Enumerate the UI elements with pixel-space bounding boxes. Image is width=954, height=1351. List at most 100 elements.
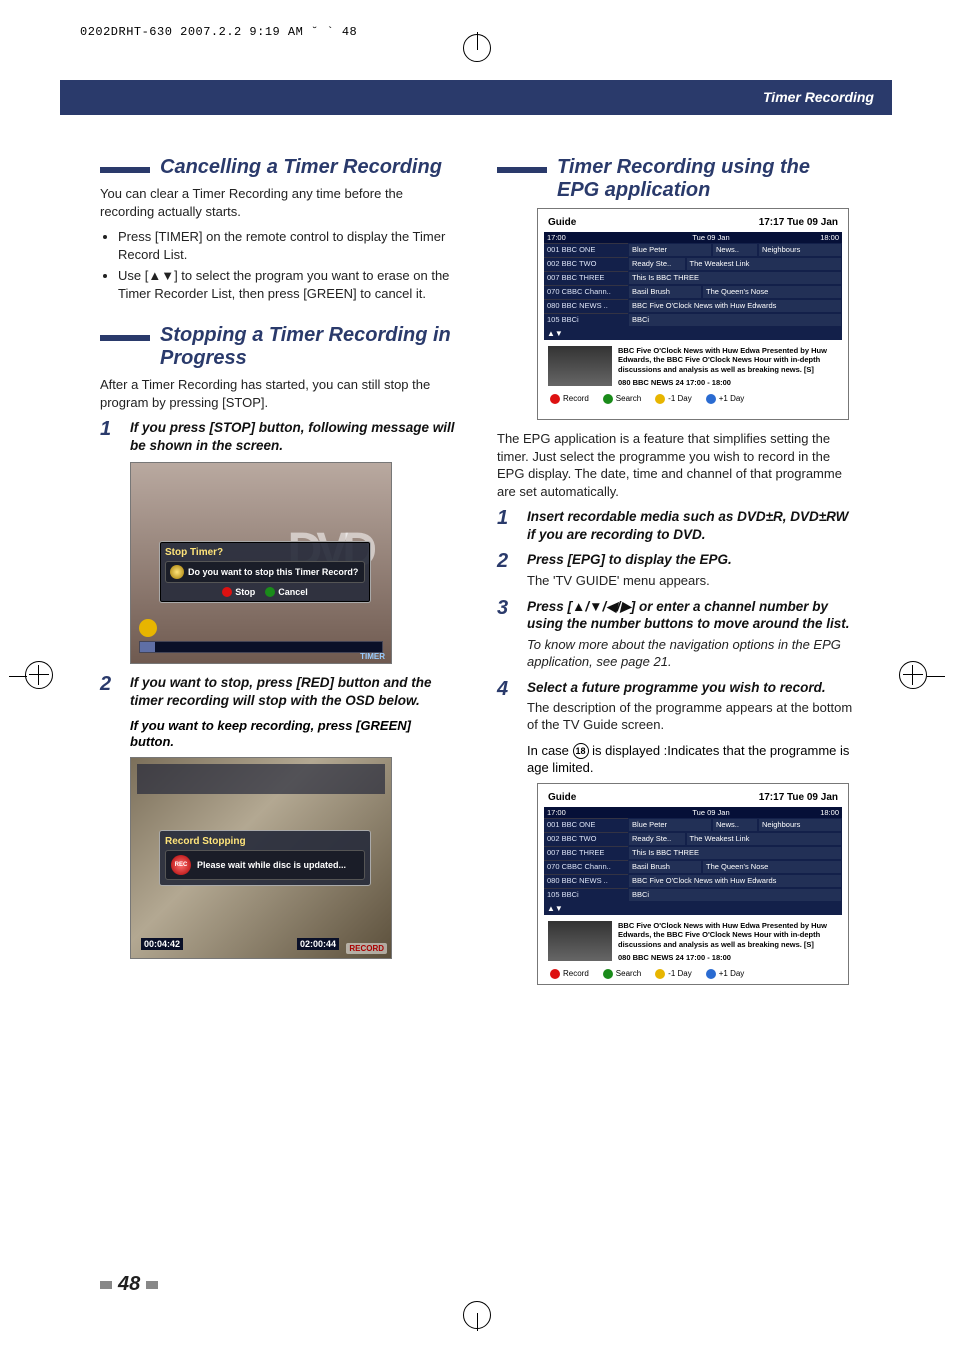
red-dot-icon (222, 587, 232, 597)
guide-description: BBC Five O'Clock News with Huw Edwa Pres… (544, 915, 842, 965)
page-decor-icon (100, 1281, 112, 1289)
guide-nav-arrows: ▲▼ (544, 902, 842, 915)
heading-bar-icon (497, 167, 547, 173)
record-action[interactable]: Record (550, 394, 589, 404)
heading-stopping: Stopping a Timer Recording in Progress (100, 324, 457, 370)
rec-icon: REC (171, 855, 191, 875)
step-text: Press [▲/▼/◀/▶] or enter a channel numbe… (527, 598, 854, 671)
step-text: If you want to stop, press [RED] button … (130, 674, 457, 709)
lead-text: You can clear a Timer Recording any time… (100, 185, 457, 220)
search-action[interactable]: Search (603, 394, 641, 404)
step-number: 1 (497, 508, 515, 543)
green-dot-icon (603, 394, 613, 404)
prev-day-action[interactable]: -1 Day (655, 394, 692, 404)
guide-nav-arrows: ▲▼ (544, 327, 842, 340)
step-text: If you press [STOP] button, following me… (130, 419, 457, 454)
stop-button[interactable]: Stop (222, 587, 255, 597)
crop-mark-left (25, 661, 55, 691)
page-decor-icon (146, 1281, 158, 1289)
mode-badge: RECORD (346, 943, 387, 954)
bullet-list: Press [TIMER] on the remote control to d… (118, 228, 457, 302)
bullet-item: Press [TIMER] on the remote control to d… (118, 228, 457, 263)
step-2: 2 If you want to stop, press [RED] butto… (100, 674, 457, 709)
dialog-message: Do you want to stop this Timer Record? (188, 567, 358, 577)
screenshot-record-stopping: Record Stopping REC Please wait while di… (130, 757, 392, 959)
red-dot-icon (550, 969, 560, 979)
step-text: Select a future programme you wish to re… (527, 679, 854, 734)
screenshot-stop-timer: DVD Stop Timer? Do you want to stop this… (130, 462, 392, 664)
guide-title: Guide (548, 792, 576, 803)
heading-bar-icon (100, 167, 150, 173)
page-number: 48 (100, 1273, 158, 1296)
guide-header: Guide 17:17 Tue 09 Jan (544, 790, 842, 807)
step-1: 1 If you press [STOP] button, following … (100, 419, 457, 454)
guide-clock: 17:17 Tue 09 Jan (759, 792, 838, 803)
dialog-message-row: REC Please wait while disc is updated... (165, 850, 365, 880)
right-column: Timer Recording using the EPG applicatio… (497, 150, 854, 995)
guide-title: Guide (548, 217, 576, 228)
step-number: 2 (497, 551, 515, 589)
yellow-dot-icon (655, 394, 665, 404)
heading-epg: Timer Recording using the EPG applicatio… (497, 156, 854, 202)
guide-clock: 17:17 Tue 09 Jan (759, 217, 838, 228)
green-dot-icon (603, 969, 613, 979)
progress-bar (139, 641, 383, 653)
guide-grid: 17:00Tue 09 Jan18:00 001 BBC ONEBlue Pet… (544, 232, 842, 340)
page-content: Cancelling a Timer Recording You can cle… (100, 150, 854, 1251)
lead-text: After a Timer Recording has started, you… (100, 376, 457, 411)
step-text: Insert recordable media such as DVD±R, D… (527, 508, 854, 543)
prev-day-action[interactable]: -1 Day (655, 969, 692, 979)
screenshot-epg-guide-2: Guide 17:17 Tue 09 Jan 17:00Tue 09 Jan18… (537, 783, 849, 985)
time-elapsed: 00:04:42 (141, 938, 183, 950)
green-dot-icon (265, 587, 275, 597)
cancel-button[interactable]: Cancel (265, 587, 308, 597)
dialog-title: Record Stopping (165, 836, 365, 847)
dialog-message: Please wait while disc is updated... (197, 860, 346, 870)
crop-mark-top (447, 32, 507, 62)
guide-header: Guide 17:17 Tue 09 Jan (544, 215, 842, 232)
step-4: 4 Select a future programme you wish to … (497, 679, 854, 734)
section-band-label: Timer Recording (763, 89, 874, 105)
step-number: 1 (100, 419, 118, 454)
guide-footer: Record Search -1 Day +1 Day (544, 390, 842, 408)
thumbnail-strip (137, 764, 385, 794)
blue-dot-icon (706, 394, 716, 404)
blue-dot-icon (706, 969, 716, 979)
dialog-title: Stop Timer? (165, 547, 365, 558)
step-text: Press [EPG] to display the EPG. The 'TV … (527, 551, 854, 589)
dialog-message-row: Do you want to stop this Timer Record? (165, 561, 365, 583)
step-number: 3 (497, 598, 515, 671)
programme-thumbnail (548, 346, 612, 386)
question-icon (170, 565, 184, 579)
yellow-dot-icon (655, 969, 665, 979)
crop-mark-bottom (447, 1301, 507, 1331)
step-2-note: If you want to keep recording, press [GR… (130, 718, 457, 752)
next-day-action[interactable]: +1 Day (706, 969, 745, 979)
step-number: 2 (100, 674, 118, 709)
guide-description: BBC Five O'Clock News with Huw Edwa Pres… (544, 340, 842, 390)
red-dot-icon (550, 394, 560, 404)
mode-badge: TIMER (360, 652, 385, 661)
next-day-action[interactable]: +1 Day (706, 394, 745, 404)
screenshot-epg-guide-1: Guide 17:17 Tue 09 Jan 17:00Tue 09 Jan18… (537, 208, 849, 420)
guide-grid: 17:00Tue 09 Jan18:00 001 BBC ONEBlue Pet… (544, 807, 842, 915)
dialog-record-stopping: Record Stopping REC Please wait while di… (159, 830, 371, 886)
record-action[interactable]: Record (550, 969, 589, 979)
bullet-item: Use [▲▼] to select the program you want … (118, 267, 457, 302)
age-18-icon: 18 (573, 743, 589, 759)
search-action[interactable]: Search (603, 969, 641, 979)
step-1: 1 Insert recordable media such as DVD±R,… (497, 508, 854, 543)
step-number: 4 (497, 679, 515, 734)
step-2: 2 Press [EPG] to display the EPG. The 'T… (497, 551, 854, 589)
dialog-stop-timer: Stop Timer? Do you want to stop this Tim… (159, 541, 371, 603)
lead-text: The EPG application is a feature that si… (497, 430, 854, 500)
step-3: 3 Press [▲/▼/◀/▶] or enter a channel num… (497, 598, 854, 671)
time-total: 02:00:44 (297, 938, 339, 950)
crop-mark-right (899, 661, 929, 691)
heading-cancelling: Cancelling a Timer Recording (100, 156, 457, 179)
age-limit-note: In case 18 is displayed :Indicates that … (527, 742, 854, 777)
print-header-line: 0202DRHT-630 2007.2.2 9:19 AM ˘ ` 48 (80, 25, 357, 39)
guide-footer: Record Search -1 Day +1 Day (544, 965, 842, 983)
programme-thumbnail (548, 921, 612, 961)
left-column: Cancelling a Timer Recording You can cle… (100, 150, 457, 995)
